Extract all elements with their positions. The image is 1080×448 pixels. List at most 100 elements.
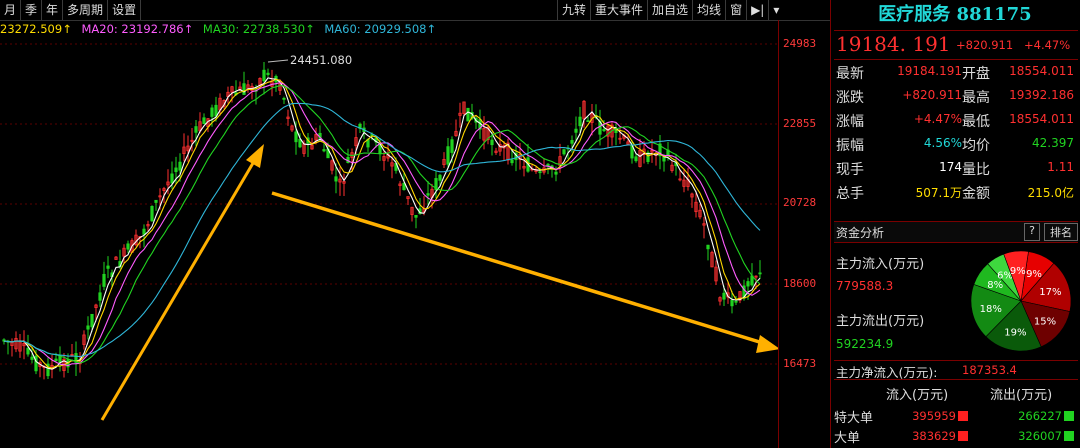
candle-body bbox=[154, 199, 158, 203]
candle-body bbox=[602, 129, 606, 132]
candlestick-chart[interactable]: 24451.080 bbox=[0, 38, 778, 448]
quote-label: 总手 bbox=[836, 186, 864, 202]
pie-slice-label: 19% bbox=[1004, 327, 1026, 338]
ma30-line bbox=[3, 85, 761, 364]
candle-body bbox=[574, 128, 578, 133]
quote-label: 金额 bbox=[962, 186, 990, 202]
candle-body bbox=[730, 299, 734, 307]
candle-body bbox=[570, 140, 574, 144]
net-inflow-row: 主力净流入(万元): 187353.4 bbox=[834, 360, 1078, 380]
tab-quarter[interactable]: 季 bbox=[21, 0, 43, 20]
rank-button[interactable]: 排名 bbox=[1044, 223, 1078, 241]
candle-body bbox=[538, 171, 542, 174]
candle-body bbox=[578, 116, 582, 127]
candle-body bbox=[30, 356, 34, 360]
help-icon[interactable]: ? bbox=[1024, 223, 1040, 241]
candle-body bbox=[758, 272, 762, 275]
candle-body bbox=[242, 83, 246, 95]
outflow-bar bbox=[1064, 431, 1074, 441]
quote-label: 量比 bbox=[962, 162, 990, 178]
net-inflow-label: 主力净流入(万元): bbox=[836, 365, 938, 380]
inflow-bar bbox=[958, 411, 968, 421]
ma20-line bbox=[3, 82, 761, 367]
ma60-value: MA60: 20929.508↑ bbox=[324, 22, 437, 36]
candle-body bbox=[294, 131, 298, 143]
major-events-button[interactable]: 重大事件 bbox=[590, 0, 647, 20]
uptrend-arrow-line bbox=[100, 157, 258, 421]
candle-body bbox=[106, 265, 110, 269]
flow-row-large: 大单 383629 326007 bbox=[832, 426, 1078, 446]
pie-slice-label: 15% bbox=[1034, 317, 1056, 328]
moving-average-button[interactable]: 均线 bbox=[692, 0, 725, 20]
candle-body bbox=[746, 281, 750, 287]
candle-body bbox=[706, 244, 710, 250]
downtrend-arrow-line bbox=[271, 191, 767, 346]
flow-in-value: 395959 bbox=[912, 409, 956, 423]
stock-title: 医疗服务 881175 bbox=[878, 4, 1032, 25]
quote-row: 涨跌 +820.911 最高 19392.186 bbox=[836, 85, 1076, 107]
candle-body bbox=[266, 72, 270, 75]
net-inflow-value: 187353.4 bbox=[962, 363, 1017, 377]
quote-value: 18554.011 bbox=[1009, 112, 1074, 126]
quote-label: 最低 bbox=[962, 114, 990, 130]
candle-body bbox=[170, 173, 174, 184]
y-tick-label: 18600 bbox=[783, 277, 817, 290]
ma5-line bbox=[3, 77, 761, 370]
window-button[interactable]: 窗 bbox=[725, 0, 746, 20]
play-forward-icon[interactable]: ▶| bbox=[746, 0, 768, 20]
quote-value: 19392.186 bbox=[1009, 88, 1074, 102]
ma10-value: 23272.509↑ bbox=[0, 22, 72, 36]
candle-body bbox=[90, 313, 94, 328]
candle-body bbox=[322, 149, 326, 152]
ma20-value: MA20: 23192.786↑ bbox=[81, 22, 194, 36]
main-inflow-label: 主力流入(万元) bbox=[836, 257, 925, 272]
capital-pie-chart: 9%17%15%19%18%8%6%9% bbox=[970, 250, 1072, 352]
candle-body bbox=[510, 159, 514, 164]
quote-label: 最新 bbox=[836, 66, 864, 82]
tool-buttons: 九转 重大事件 加自选 均线 窗 ▶| ▾ bbox=[557, 0, 783, 20]
y-tick-label: 20728 bbox=[783, 196, 817, 209]
price-change: +820.911 bbox=[956, 38, 1014, 52]
candle-body bbox=[334, 176, 338, 182]
add-watchlist-button[interactable]: 加自选 bbox=[647, 0, 692, 20]
outflow-header: 流出(万元) bbox=[990, 388, 1053, 403]
settings-button[interactable]: 设置 bbox=[108, 0, 142, 20]
tab-year[interactable]: 年 bbox=[42, 0, 64, 20]
candle-body bbox=[414, 214, 418, 218]
quote-label: 涨跌 bbox=[836, 90, 864, 106]
candle-body bbox=[150, 205, 154, 222]
quote-value: +820.911 bbox=[902, 88, 962, 102]
quote-value: 18554.011 bbox=[1009, 64, 1074, 78]
inflow-bar bbox=[958, 431, 968, 441]
candle-body bbox=[490, 139, 494, 146]
quote-panel: 医疗服务 881175 19184. 191 +820.911 +4.47% 最… bbox=[832, 0, 1080, 448]
candles bbox=[2, 61, 762, 380]
tab-month[interactable]: 月 bbox=[0, 0, 22, 20]
candle-body bbox=[282, 97, 286, 100]
candle-body bbox=[466, 107, 470, 122]
pie-slice-label: 17% bbox=[1039, 287, 1061, 298]
moving-averages bbox=[3, 77, 761, 370]
chart-toolbar: 月 季 年 多周期 设置 九转 重大事件 加自选 均线 窗 ▶| ▾ bbox=[0, 0, 830, 21]
dropdown-icon[interactable]: ▾ bbox=[768, 0, 783, 20]
quote-label: 现手 bbox=[836, 162, 864, 178]
current-price: 19184. 191 bbox=[836, 32, 951, 56]
quote-value: 42.397 bbox=[1032, 136, 1074, 150]
candle-body bbox=[634, 156, 638, 162]
candle-body bbox=[446, 146, 450, 165]
candle-body bbox=[450, 139, 454, 153]
ma10-line bbox=[3, 78, 761, 369]
pie-slice-label: 9% bbox=[1026, 269, 1042, 280]
nine-turn-button[interactable]: 九转 bbox=[557, 0, 590, 20]
candle-body bbox=[562, 149, 566, 155]
candle-body bbox=[722, 292, 726, 300]
flow-row-super-large: 特大单 395959 266227 bbox=[832, 406, 1078, 426]
high-marker-label: 24451.080 bbox=[290, 53, 352, 67]
price-header: 19184. 191 +820.911 +4.47% bbox=[834, 30, 1078, 60]
candle-body bbox=[126, 243, 130, 250]
tab-multi-period[interactable]: 多周期 bbox=[63, 0, 109, 20]
price-change-pct: +4.47% bbox=[1024, 38, 1071, 52]
y-tick-label: 24983 bbox=[783, 37, 817, 50]
pie-slice-label: 9% bbox=[1010, 266, 1026, 277]
capital-analysis-title: 资金分析 bbox=[836, 226, 885, 240]
